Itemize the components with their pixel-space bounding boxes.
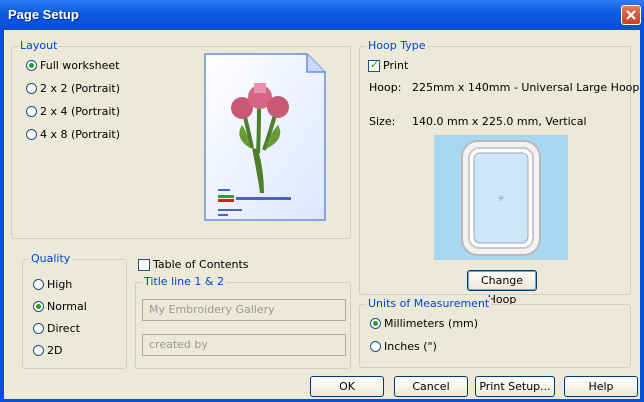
- radio-icon: [33, 323, 44, 334]
- option-label: Direct: [47, 322, 80, 335]
- hoop-value: 225mm x 140mm - Universal Large Hoop 1: [412, 81, 644, 94]
- size-label: Size:: [369, 115, 396, 128]
- title-line-1-field[interactable]: My Embroidery Gallery: [142, 299, 346, 321]
- radio-icon: [26, 83, 37, 94]
- option-label: Millimeters (mm): [384, 317, 479, 330]
- layout-option-2x2[interactable]: 2 x 2 (Portrait): [26, 82, 120, 95]
- radio-icon: [370, 318, 381, 329]
- radio-icon: [26, 129, 37, 140]
- quality-option-high[interactable]: High: [33, 278, 72, 291]
- units-group: Units of Measurement Millimeters (mm) In…: [359, 297, 631, 368]
- option-label: 2 x 2 (Portrait): [40, 82, 121, 95]
- table-of-contents-checkbox[interactable]: Table of Contents: [138, 258, 249, 271]
- option-label: 4 x 8 (Portrait): [40, 128, 121, 141]
- checkbox-label: Print: [383, 59, 409, 72]
- radio-icon: [26, 60, 37, 71]
- layout-group: Layout Full worksheet 2 x 2 (Portrait) 2…: [11, 39, 351, 239]
- print-setup-button[interactable]: Print Setup...: [475, 376, 555, 397]
- title-lines-group: Title line 1 & 2 My Embroidery Gallery c…: [135, 275, 351, 369]
- help-button[interactable]: Help: [564, 376, 638, 397]
- radio-icon: [370, 341, 381, 352]
- window-title: Page Setup: [8, 7, 79, 22]
- option-label: Full worksheet: [40, 59, 120, 72]
- quality-option-normal[interactable]: Normal: [33, 300, 87, 313]
- title-bar[interactable]: Page Setup: [0, 0, 644, 30]
- hoop-type-group: Hoop Type Print Hoop: 225mm x 140mm - Un…: [359, 39, 644, 306]
- layout-option-2x4[interactable]: 2 x 4 (Portrait): [26, 105, 120, 118]
- close-button[interactable]: [621, 5, 641, 25]
- ok-button[interactable]: OK: [310, 376, 384, 397]
- quality-legend: Quality: [29, 252, 73, 265]
- radio-icon: [33, 279, 44, 290]
- checkbox-icon: [368, 58, 380, 72]
- radio-icon: [33, 345, 44, 356]
- units-option-inches[interactable]: Inches ("): [370, 340, 437, 353]
- change-hoop-button[interactable]: Change Hoop: [467, 270, 537, 306]
- layout-legend: Layout: [18, 39, 60, 52]
- page-preview-icon: [204, 53, 326, 221]
- cancel-button[interactable]: Cancel: [394, 376, 468, 397]
- page-setup-window: Page Setup Layout Full worksheet 2 x 2 (…: [0, 0, 644, 402]
- units-legend: Units of Measurement: [366, 297, 492, 310]
- checkbox-icon: [138, 258, 150, 271]
- title-line-2-field[interactable]: created by: [142, 334, 346, 356]
- quality-option-2d[interactable]: 2D: [33, 344, 62, 357]
- hoop-print-checkbox[interactable]: Print: [368, 58, 409, 72]
- hoop-label: Hoop:: [369, 81, 402, 94]
- radio-icon: [33, 301, 44, 312]
- quality-option-direct[interactable]: Direct: [33, 322, 80, 335]
- close-icon: [626, 10, 636, 20]
- option-label: Normal: [47, 300, 87, 313]
- hoop-type-legend: Hoop Type: [366, 39, 428, 52]
- checkbox-label: Table of Contents: [153, 258, 249, 271]
- hoop-preview-icon: [434, 135, 568, 260]
- quality-group: Quality High Normal Direct 2D: [22, 252, 127, 369]
- option-label: Inches ("): [384, 340, 437, 353]
- option-label: 2D: [47, 344, 63, 357]
- units-option-millimeters[interactable]: Millimeters (mm): [370, 317, 478, 330]
- radio-icon: [26, 106, 37, 117]
- option-label: High: [47, 278, 73, 291]
- layout-option-full-worksheet[interactable]: Full worksheet: [26, 59, 119, 72]
- dialog-body: Layout Full worksheet 2 x 2 (Portrait) 2…: [4, 30, 644, 399]
- option-label: 2 x 4 (Portrait): [40, 105, 121, 118]
- title-lines-legend: Title line 1 & 2: [142, 275, 226, 288]
- layout-option-4x8[interactable]: 4 x 8 (Portrait): [26, 128, 120, 141]
- size-value: 140.0 mm x 225.0 mm, Vertical: [412, 115, 587, 128]
